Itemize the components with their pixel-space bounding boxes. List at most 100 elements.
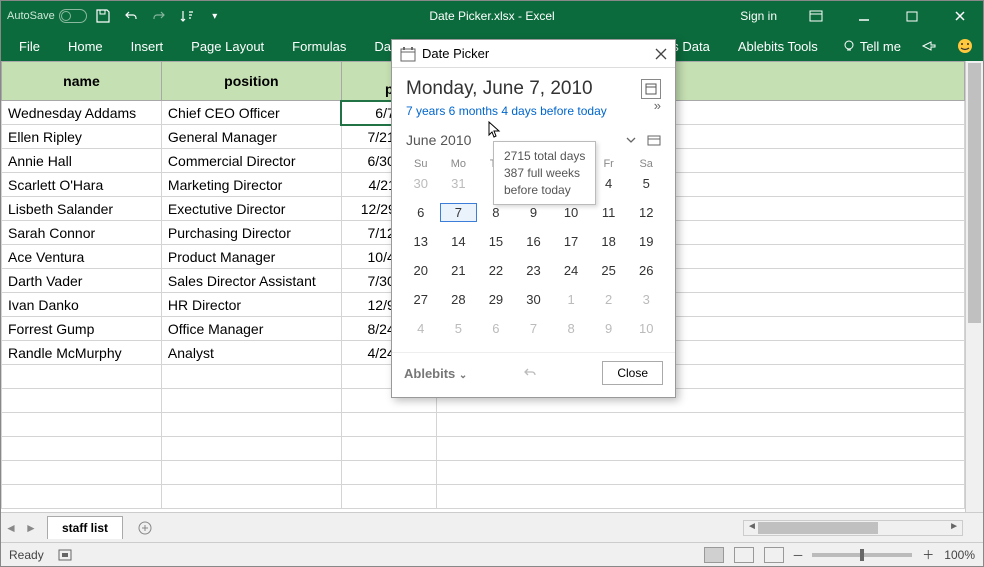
cell-name[interactable]: Scarlett O'Hara bbox=[2, 173, 162, 197]
cell-name[interactable]: Wednesday Addams bbox=[2, 101, 162, 125]
minimize-icon[interactable] bbox=[841, 1, 887, 31]
tell-me[interactable]: Tell me bbox=[832, 39, 911, 54]
cell-position[interactable]: Marketing Director bbox=[161, 173, 341, 197]
cell-name[interactable]: Annie Hall bbox=[2, 149, 162, 173]
zoom-out-icon[interactable]: ─ bbox=[794, 548, 803, 562]
ablebits-brand[interactable]: Ablebits ⌄ bbox=[404, 366, 467, 381]
expand-icon[interactable]: » bbox=[654, 98, 661, 113]
undo-icon[interactable] bbox=[522, 366, 538, 380]
calculator-icon[interactable] bbox=[641, 79, 661, 99]
calendar-day[interactable]: 9 bbox=[515, 203, 553, 222]
calendar-day[interactable]: 13 bbox=[402, 232, 440, 251]
cell-position[interactable]: Commercial Director bbox=[161, 149, 341, 173]
share-icon[interactable] bbox=[911, 39, 947, 53]
blank-cell[interactable] bbox=[161, 461, 341, 485]
cell-name[interactable]: Lisbeth Salander bbox=[2, 197, 162, 221]
horizontal-scrollbar[interactable]: ◄ ► bbox=[743, 520, 963, 536]
zoom-level[interactable]: 100% bbox=[944, 548, 975, 562]
calendar-day[interactable]: 23 bbox=[515, 261, 553, 280]
tab-page-layout[interactable]: Page Layout bbox=[177, 31, 278, 61]
view-page-layout-icon[interactable] bbox=[734, 547, 754, 563]
cell-position[interactable]: Sales Director Assistant bbox=[161, 269, 341, 293]
calendar-day[interactable]: 8 bbox=[552, 319, 590, 338]
blank-cell[interactable] bbox=[2, 389, 162, 413]
cell-position[interactable]: Exectutive Director bbox=[161, 197, 341, 221]
blank-cell[interactable] bbox=[341, 485, 436, 509]
calendar-day[interactable]: 10 bbox=[627, 319, 665, 338]
tab-nav-next-icon[interactable]: ► bbox=[21, 521, 41, 535]
calendar-day[interactable]: 4 bbox=[402, 319, 440, 338]
undo-icon[interactable] bbox=[119, 4, 143, 28]
today-icon[interactable] bbox=[647, 134, 661, 146]
tab-home[interactable]: Home bbox=[54, 31, 117, 61]
calendar-day[interactable]: 18 bbox=[590, 232, 628, 251]
calendar-day[interactable]: 19 bbox=[627, 232, 665, 251]
ribbon-display-icon[interactable] bbox=[793, 1, 839, 31]
calendar-day[interactable]: 29 bbox=[477, 290, 515, 309]
calendar-day[interactable]: 16 bbox=[515, 232, 553, 251]
blank-cell[interactable] bbox=[2, 413, 162, 437]
blank-cell[interactable] bbox=[161, 365, 341, 389]
cell-name[interactable]: Sarah Connor bbox=[2, 221, 162, 245]
blank-cell[interactable] bbox=[436, 461, 964, 485]
cell-position[interactable]: Office Manager bbox=[161, 317, 341, 341]
header-name[interactable]: name bbox=[2, 62, 162, 101]
calendar-day[interactable]: 5 bbox=[627, 174, 665, 193]
calendar-day[interactable]: 3 bbox=[627, 290, 665, 309]
calendar-day[interactable]: 11 bbox=[590, 203, 628, 222]
blank-cell[interactable] bbox=[436, 413, 964, 437]
blank-cell[interactable] bbox=[2, 365, 162, 389]
blank-cell[interactable] bbox=[2, 485, 162, 509]
calendar-day[interactable]: 30 bbox=[515, 290, 553, 309]
month-label[interactable]: June 2010 bbox=[406, 132, 471, 148]
blank-cell[interactable] bbox=[341, 461, 436, 485]
feedback-icon[interactable] bbox=[947, 37, 983, 55]
blank-cell[interactable] bbox=[161, 437, 341, 461]
redo-icon[interactable] bbox=[147, 4, 171, 28]
sheet-tab[interactable]: staff list bbox=[47, 516, 123, 539]
cell-name[interactable]: Ivan Danko bbox=[2, 293, 162, 317]
blank-cell[interactable] bbox=[161, 413, 341, 437]
cell-position[interactable]: Purchasing Director bbox=[161, 221, 341, 245]
cell-position[interactable]: HR Director bbox=[161, 293, 341, 317]
view-page-break-icon[interactable] bbox=[764, 547, 784, 563]
cell-position[interactable]: Analyst bbox=[161, 341, 341, 365]
zoom-slider[interactable] bbox=[812, 553, 912, 557]
picker-close-icon[interactable] bbox=[655, 48, 667, 60]
calendar-day[interactable]: 22 bbox=[477, 261, 515, 280]
maximize-icon[interactable] bbox=[889, 1, 935, 31]
macro-icon[interactable] bbox=[58, 549, 72, 561]
chevron-down-icon[interactable] bbox=[625, 134, 637, 146]
blank-cell[interactable] bbox=[2, 461, 162, 485]
cell-position[interactable]: Chief CEO Officer bbox=[161, 101, 341, 125]
tab-insert[interactable]: Insert bbox=[117, 31, 178, 61]
qat-more-icon[interactable]: ▾ bbox=[203, 4, 227, 28]
view-normal-icon[interactable] bbox=[704, 547, 724, 563]
signin-button[interactable]: Sign in bbox=[726, 1, 791, 31]
tab-nav-prev-icon[interactable]: ◄ bbox=[1, 521, 21, 535]
blank-cell[interactable] bbox=[161, 485, 341, 509]
calendar-day[interactable]: 10 bbox=[552, 203, 590, 222]
vertical-scrollbar[interactable] bbox=[965, 61, 983, 512]
close-icon[interactable] bbox=[937, 1, 983, 31]
calendar-day[interactable]: 17 bbox=[552, 232, 590, 251]
calendar-day[interactable]: 24 bbox=[552, 261, 590, 280]
calendar-day[interactable]: 31 bbox=[440, 174, 478, 193]
calendar-day[interactable]: 25 bbox=[590, 261, 628, 280]
autosave-toggle[interactable]: AutoSave bbox=[7, 9, 87, 23]
calendar-day[interactable]: 20 bbox=[402, 261, 440, 280]
calendar-day[interactable]: 26 bbox=[627, 261, 665, 280]
cell-position[interactable]: Product Manager bbox=[161, 245, 341, 269]
save-icon[interactable] bbox=[91, 4, 115, 28]
calendar-day[interactable]: 27 bbox=[402, 290, 440, 309]
add-sheet-icon[interactable] bbox=[137, 520, 153, 536]
blank-cell[interactable] bbox=[2, 437, 162, 461]
calendar-day[interactable]: 28 bbox=[440, 290, 478, 309]
calendar-day[interactable]: 21 bbox=[440, 261, 478, 280]
calendar-day[interactable]: 7 bbox=[440, 203, 478, 222]
blank-cell[interactable] bbox=[341, 413, 436, 437]
tab-formulas[interactable]: Formulas bbox=[278, 31, 360, 61]
calendar-day[interactable]: 8 bbox=[477, 203, 515, 222]
cell-name[interactable]: Ace Ventura bbox=[2, 245, 162, 269]
close-button[interactable]: Close bbox=[602, 361, 663, 385]
